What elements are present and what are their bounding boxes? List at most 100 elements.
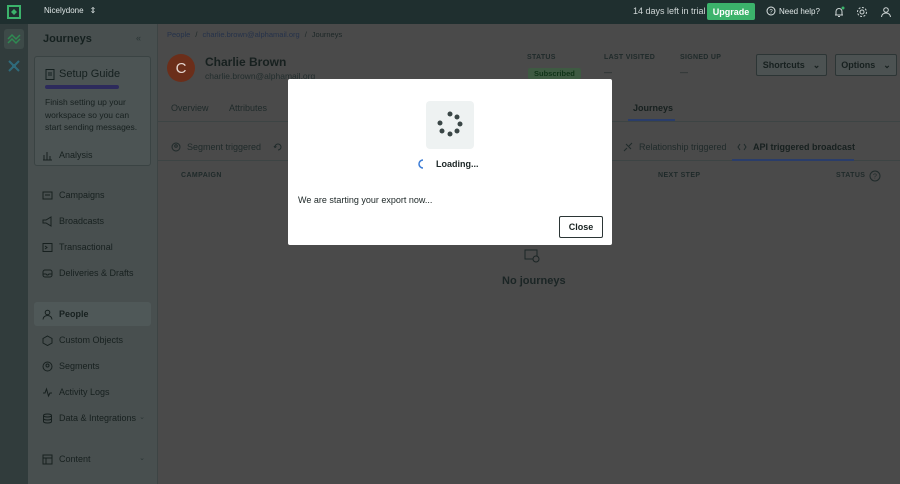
breadcrumb-separator: / (195, 30, 198, 39)
people-icon (42, 309, 53, 320)
column-campaign: CAMPAIGN (181, 172, 222, 179)
sidebar-item-activity-logs[interactable]: Activity Logs (34, 380, 151, 404)
close-button[interactable]: Close (559, 216, 603, 238)
loading-text: Loading... (436, 159, 479, 169)
sidebar-item-deliveries[interactable]: Deliveries & Drafts (34, 261, 151, 285)
sidebar-title: Journeys (43, 33, 92, 45)
profile-name: Charlie Brown (205, 55, 287, 69)
gear-icon[interactable] (856, 6, 868, 18)
options-label: Options (841, 60, 876, 70)
sidebar: Journeys « Setup Guide Finish setting up… (28, 24, 158, 484)
api-icon (737, 143, 747, 151)
export-message: We are starting your export now... (298, 195, 433, 205)
setup-guide-title: Setup Guide (45, 68, 120, 80)
tab-overview[interactable]: Overview (171, 103, 209, 113)
sidebar-item-custom-objects[interactable]: Custom Objects (34, 328, 151, 352)
signed-up-label: SIGNED UP (680, 54, 722, 61)
sidebar-item-campaigns[interactable]: Campaigns (34, 183, 151, 207)
sidebar-item-label: Deliveries & Drafts (59, 268, 134, 278)
campaigns-icon (42, 191, 53, 199)
sidebar-item-label: Segments (59, 361, 100, 371)
workspace-switcher[interactable]: Nicelydone ⇕ (44, 6, 96, 15)
broadcasts-icon (42, 215, 52, 227)
sidebar-item-people[interactable]: People (34, 302, 151, 326)
breadcrumb-separator: / (304, 30, 307, 39)
svg-text:?: ? (873, 174, 877, 181)
empty-state-text: No journeys (502, 275, 566, 287)
shortcuts-button[interactable]: Shortcuts ⌄ (756, 54, 827, 76)
transactional-icon (42, 242, 53, 252)
sidebar-item-label: Analysis (59, 150, 93, 160)
status-label: STATUS (527, 54, 556, 61)
upgrade-button[interactable]: Upgrade (707, 3, 755, 20)
collapse-sidebar-icon[interactable]: « (136, 33, 141, 43)
sidebar-item-data-integrations[interactable]: Data & Integrations ⌄ (34, 406, 151, 430)
last-visited-value: — (604, 68, 612, 77)
shortcuts-label: Shortcuts (762, 60, 805, 70)
active-tab-indicator (628, 119, 675, 121)
last-visited-label: LAST VISITED (604, 54, 656, 61)
sidebar-item-label: Transactional (59, 242, 113, 252)
chevron-down-icon: ⌄ (139, 414, 145, 421)
chevron-down-icon: ⌄ (883, 59, 891, 70)
workspace-name: Nicelydone (44, 6, 84, 15)
breadcrumb-people[interactable]: People (167, 30, 190, 39)
help-icon: ? (766, 6, 776, 16)
custom-objects-icon (42, 334, 53, 346)
user-icon[interactable] (880, 6, 892, 18)
sidebar-item-segments[interactable]: Segments (34, 354, 151, 378)
chevron-updown-icon: ⇕ (89, 6, 97, 15)
sidebar-item-label: Data & Integrations (59, 413, 137, 423)
journeys-rail-icon[interactable] (4, 29, 24, 49)
app-logo-icon[interactable] (7, 5, 21, 19)
setup-progress-bar (45, 85, 119, 89)
chevron-down-icon: ⌄ (139, 455, 145, 462)
subtab-label: API triggered broadcast (753, 142, 856, 152)
sidebar-item-analysis[interactable]: Analysis (34, 143, 151, 167)
subtab-segment-triggered[interactable]: Segment triggered (171, 142, 261, 152)
options-button[interactable]: Options ⌄ (835, 54, 897, 76)
analysis-icon (43, 151, 52, 160)
sidebar-item-label: People (59, 309, 89, 319)
top-bar: Nicelydone ⇕ 14 days left in trial Upgra… (0, 0, 900, 24)
column-status: STATUS (836, 172, 866, 179)
event-triggered-icon[interactable] (273, 142, 283, 152)
sidebar-item-label: Custom Objects (59, 335, 124, 345)
bell-icon[interactable] (833, 6, 845, 18)
activity-logs-icon (43, 386, 52, 397)
tab-attributes[interactable]: Attributes (229, 103, 267, 113)
status-help-icon[interactable]: ? (869, 170, 881, 182)
breadcrumb-journeys: Journeys (311, 30, 343, 39)
subtab-label: Segment triggered (187, 142, 262, 152)
relationship-icon (623, 142, 633, 152)
active-subtab-indicator (732, 159, 854, 161)
subtab-label: Relationship triggered (639, 142, 727, 152)
subtab-api-triggered-broadcast[interactable]: API triggered broadcast (737, 142, 855, 152)
content-icon (42, 454, 53, 464)
setup-guide-text: Finish setting up your workspace so you … (45, 97, 138, 132)
subtab-relationship-triggered[interactable]: Relationship triggered (623, 142, 727, 152)
deliveries-icon (42, 269, 53, 277)
trial-text: 14 days left in trial (633, 6, 706, 16)
data-integrations-icon (43, 413, 52, 423)
tab-journeys[interactable]: Journeys (633, 103, 673, 113)
spinner-icon (418, 159, 424, 169)
sidebar-item-label: Activity Logs (59, 387, 110, 397)
app-rail (0, 24, 28, 484)
sidebar-item-transactional[interactable]: Transactional (34, 235, 151, 259)
sidebar-item-content[interactable]: Content ⌄ (34, 447, 151, 471)
sidebar-item-broadcasts[interactable]: Broadcasts (34, 209, 151, 233)
sidebar-item-label: Content (59, 454, 91, 464)
sidebar-item-label: Campaigns (59, 190, 105, 200)
breadcrumb-email[interactable]: charlie.brown@alphamail.org (202, 30, 299, 39)
need-help-label: Need help? (779, 6, 820, 16)
export-modal: Loading... We are starting your export n… (288, 79, 612, 245)
column-next-step: NEXT STEP (658, 172, 701, 179)
signed-up-value: — (680, 68, 688, 77)
avatar: C (167, 54, 195, 82)
empty-journeys-icon (524, 249, 540, 263)
integrations-rail-icon[interactable] (4, 56, 24, 76)
segment-icon (171, 142, 181, 152)
need-help-button[interactable]: ? Need help? (766, 6, 820, 16)
chevron-down-icon: ⌄ (812, 59, 821, 70)
